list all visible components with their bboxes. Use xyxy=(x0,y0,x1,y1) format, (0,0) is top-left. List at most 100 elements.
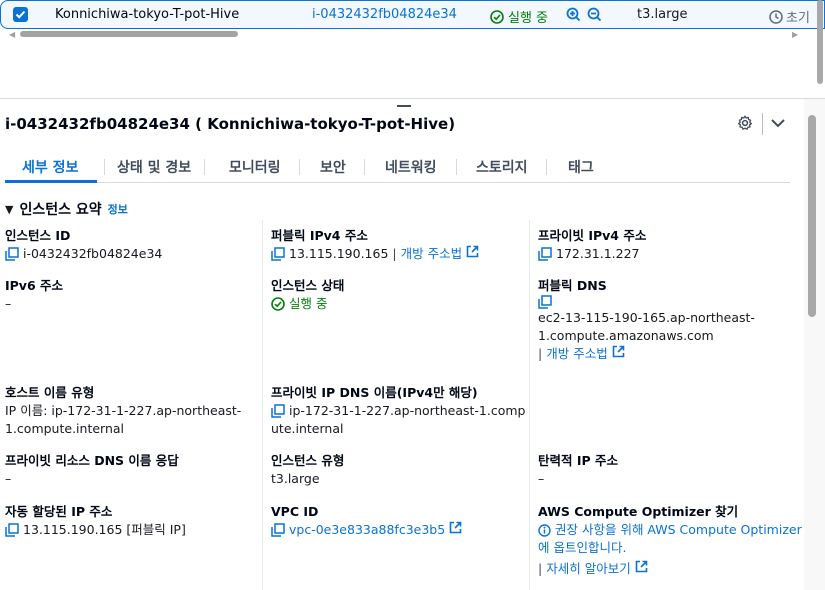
field-instance-state: 인스턴스 상태 실행 중 xyxy=(271,277,344,313)
table-vertical-scrollbar[interactable] xyxy=(814,0,825,90)
chevron-down-icon[interactable] xyxy=(770,117,786,133)
field-value: IP 이름: ip-172-31-1-227.ap-northeast- xyxy=(5,403,242,418)
external-link-icon[interactable] xyxy=(449,521,462,539)
success-icon xyxy=(271,297,285,311)
column-divider xyxy=(529,220,530,590)
detail-vertical-scrollbar[interactable] xyxy=(804,99,825,590)
field-instance-id: 인스턴스 ID i-0432432fb04824e34 xyxy=(5,227,162,263)
copy-icon[interactable] xyxy=(5,523,19,537)
field-label: 인스턴스 유형 xyxy=(271,453,345,468)
field-label: 탄력적 IP 주소 xyxy=(538,453,619,468)
scroll-right-icon[interactable]: ▶ xyxy=(792,30,798,39)
field-label: 퍼블릭 IPv4 주소 xyxy=(271,228,368,243)
field-value: – xyxy=(5,471,12,486)
field-label: VPC ID xyxy=(271,504,319,519)
field-private-dns-answer: 프라이빗 리소스 DNS 이름 응답 – xyxy=(5,452,179,488)
copy-icon[interactable] xyxy=(5,247,19,261)
field-label: 호스트 이름 유형 xyxy=(5,385,95,400)
field-auto-ip: 자동 할당된 IP 주소 13.115.190.165 [퍼블릭 IP] xyxy=(5,503,186,539)
field-value: 172.31.1.227 xyxy=(556,246,640,261)
copy-icon[interactable] xyxy=(271,523,285,537)
section-title: 인스턴스 요약 xyxy=(19,202,102,218)
vertical-scroll-thumb[interactable] xyxy=(808,115,816,317)
tab-security[interactable]: 보안 xyxy=(320,157,346,177)
field-ipv6: IPv6 주소 – xyxy=(5,277,63,313)
field-label: 인스턴스 ID xyxy=(5,228,71,243)
field-value: ute.internal xyxy=(271,421,344,436)
zoom-out-icon[interactable] xyxy=(587,7,602,22)
field-label: 프라이빗 리소스 DNS 이름 응답 xyxy=(5,453,179,468)
field-label: IPv6 주소 xyxy=(5,278,64,293)
field-value: ip-172-31-1-227.ap-northeast-1.comp xyxy=(289,403,526,418)
copy-icon[interactable] xyxy=(271,404,285,418)
caret-down-icon[interactable]: ▼ xyxy=(5,203,13,216)
field-label: 퍼블릭 DNS xyxy=(538,278,607,293)
learn-more-link[interactable]: 자세히 알아보기 xyxy=(546,560,630,578)
row-status-check: 초기 xyxy=(769,7,810,26)
field-public-dns: 퍼블릭 DNS ec2-13-115-190-165.ap-northeast-… xyxy=(538,277,755,363)
tab-networking[interactable]: 네트워킹 xyxy=(385,157,437,177)
settings-gear-icon[interactable] xyxy=(737,115,753,135)
copy-icon[interactable] xyxy=(538,247,552,261)
field-value: i-0432432fb04824e34 xyxy=(23,246,163,261)
table-vertical-scroll-thumb[interactable] xyxy=(817,0,823,84)
field-value: 1.compute.internal xyxy=(5,421,125,436)
row-checkbox[interactable] xyxy=(13,7,28,22)
tab-monitoring[interactable]: 모니터링 xyxy=(229,157,281,177)
tab-separator xyxy=(546,159,547,175)
field-public-ipv4: 퍼블릭 IPv4 주소 13.115.190.165 | 개방 주소법 xyxy=(271,227,479,263)
copy-icon[interactable] xyxy=(271,247,285,261)
scroll-left-icon[interactable]: ◀ xyxy=(9,30,15,39)
field-label: AWS Compute Optimizer 찾기 xyxy=(538,504,739,519)
zoom-in-icon[interactable] xyxy=(566,7,581,22)
detail-panel-title: i-0432432fb04824e34 ( Konnichiwa-tokyo-T… xyxy=(5,115,456,133)
field-value: 실행 중 xyxy=(289,296,328,311)
column-divider xyxy=(262,220,263,590)
split-panel-drag-handle[interactable] xyxy=(397,105,411,107)
tab-separator xyxy=(204,159,205,175)
open-address-link[interactable]: 개방 주소법 xyxy=(546,345,607,363)
horizontal-scroll-thumb[interactable] xyxy=(20,31,238,37)
separator: | xyxy=(538,346,543,361)
separator: | xyxy=(538,561,543,576)
tab-details[interactable]: 세부 정보 xyxy=(22,157,78,177)
field-value: – xyxy=(538,471,545,486)
tab-tags[interactable]: 태그 xyxy=(568,157,594,177)
field-private-ipv4: 프라이빗 IPv4 주소 172.31.1.227 xyxy=(538,227,646,263)
optimizer-opt-in-link[interactable]: 권장 사항을 위해 AWS Compute Optimizer xyxy=(555,521,802,539)
field-value: 13.115.190.165 [퍼블릭 IP] xyxy=(23,522,186,537)
tab-separator xyxy=(299,159,300,175)
tab-separator xyxy=(364,159,365,175)
instance-summary-header[interactable]: ▼ 인스턴스 요약 정보 xyxy=(5,199,128,219)
field-hostname-type: 호스트 이름 유형 IP 이름: ip-172-31-1-227.ap-nort… xyxy=(5,384,241,438)
optimizer-opt-in-link-cont[interactable]: 에 옵트인합니다. xyxy=(538,539,802,557)
external-link-icon[interactable] xyxy=(635,560,648,578)
field-vpc-id: VPC ID vpc-0e3e833a88fc3e3b5 xyxy=(271,503,462,539)
field-value: 13.115.190.165 xyxy=(289,246,389,261)
separator: | xyxy=(392,246,397,261)
row-status-label: 실행 중 xyxy=(508,11,549,26)
open-address-link[interactable]: 개방 주소법 xyxy=(401,245,462,263)
field-label: 자동 할당된 IP 주소 xyxy=(5,504,113,519)
external-link-icon[interactable] xyxy=(612,345,625,363)
row-zoom-controls xyxy=(566,7,602,22)
row-instance-id-link[interactable]: i-0432432fb04824e34 xyxy=(312,7,457,22)
vpc-link[interactable]: vpc-0e3e833a88fc3e3b5 xyxy=(289,521,445,539)
field-value: – xyxy=(5,296,12,311)
field-label: 프라이빗 IPv4 주소 xyxy=(538,228,647,243)
success-icon xyxy=(490,9,504,24)
tab-separator xyxy=(104,159,105,175)
tab-status-alarms[interactable]: 상태 및 경보 xyxy=(117,157,191,177)
field-label: 프라이빗 IP DNS 이름(IPv4만 해당) xyxy=(271,385,478,400)
info-link[interactable]: 정보 xyxy=(108,201,128,217)
instance-table-row[interactable]: Konnichiwa-tokyo-T-pot-Hive i-0432432fb0… xyxy=(0,0,825,29)
horizontal-scrollbar[interactable]: ◀ ▶ xyxy=(0,29,805,39)
field-elastic-ip: 탄력적 IP 주소 – xyxy=(538,452,618,488)
tab-storage[interactable]: 스토리지 xyxy=(476,157,528,177)
field-value: 1.compute.amazonaws.com xyxy=(538,328,714,343)
tab-separator xyxy=(456,159,457,175)
external-link-icon[interactable] xyxy=(466,245,479,263)
row-status-check-label: 초기 xyxy=(786,11,810,26)
copy-icon[interactable] xyxy=(538,295,552,309)
field-private-ip-dns: 프라이빗 IP DNS 이름(IPv4만 해당) ip-172-31-1-227… xyxy=(271,384,525,438)
